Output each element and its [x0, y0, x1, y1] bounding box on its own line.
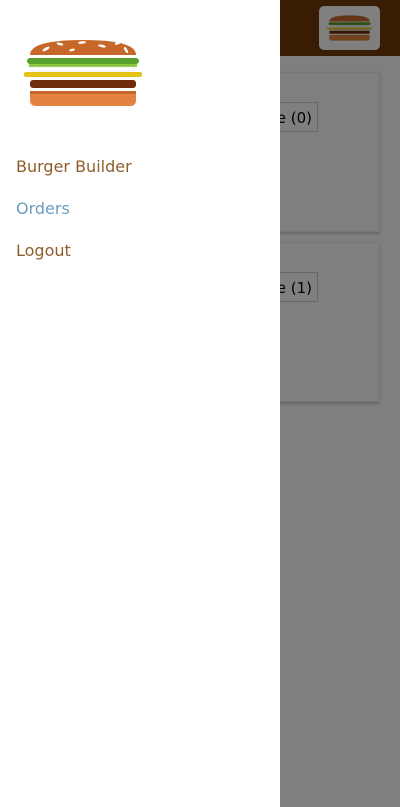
side-drawer: Burger Builder Orders Logout [0, 0, 280, 807]
nav-link-burger-builder[interactable]: Burger Builder [16, 157, 132, 176]
burger-icon [24, 40, 142, 106]
nav-item-orders: Orders [16, 188, 132, 230]
nav-link-orders[interactable]: Orders [16, 199, 70, 218]
nav-link-logout[interactable]: Logout [16, 241, 71, 260]
nav-item-logout: Logout [16, 230, 132, 272]
page: e (0) e (1) [0, 0, 400, 807]
nav-item-burger-builder: Burger Builder [16, 146, 132, 188]
nav-items: Burger Builder Orders Logout [16, 146, 132, 272]
drawer-logo [24, 38, 142, 108]
